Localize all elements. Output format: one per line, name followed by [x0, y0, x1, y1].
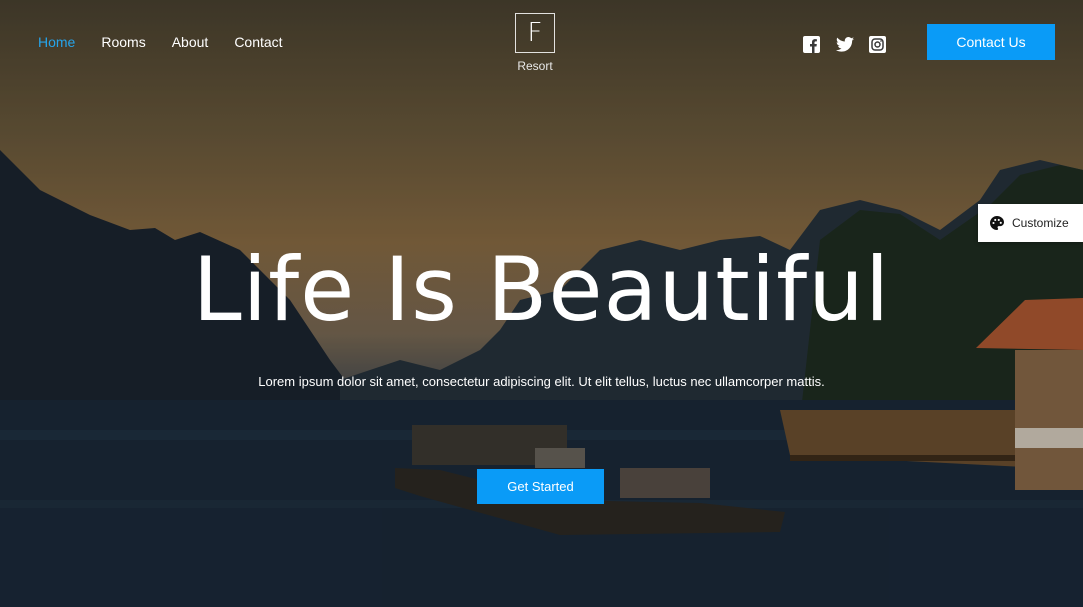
hero-subtitle: Lorem ipsum dolor sit amet, consectetur … — [258, 374, 825, 389]
nav-rooms[interactable]: Rooms — [101, 34, 145, 50]
logo-mark: F — [515, 13, 555, 53]
social-links — [803, 36, 886, 53]
nav-about[interactable]: About — [172, 34, 209, 50]
nav-home[interactable]: Home — [38, 34, 75, 50]
instagram-icon[interactable] — [869, 36, 886, 53]
main-nav: Home Rooms About Contact — [38, 34, 283, 50]
customize-button[interactable]: Customize — [978, 204, 1083, 242]
logo-name: Resort — [517, 59, 553, 73]
get-started-button[interactable]: Get Started — [477, 469, 604, 504]
site-logo[interactable]: F Resort — [515, 13, 555, 73]
nav-contact[interactable]: Contact — [234, 34, 282, 50]
palette-icon — [990, 216, 1004, 230]
customize-label: Customize — [1012, 216, 1069, 230]
hero-title: Life Is Beautiful — [192, 238, 891, 341]
twitter-icon[interactable] — [836, 36, 854, 53]
facebook-icon[interactable] — [803, 36, 820, 53]
contact-us-button[interactable]: Contact Us — [927, 24, 1055, 60]
